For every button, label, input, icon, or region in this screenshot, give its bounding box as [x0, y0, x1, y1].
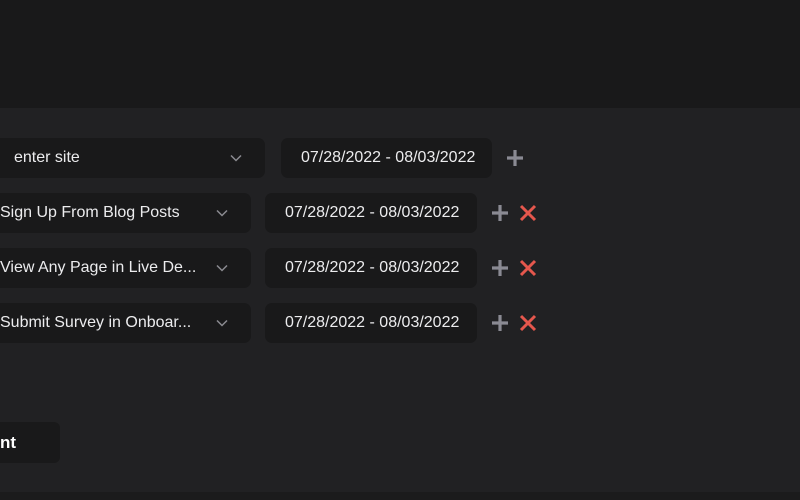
event-select-value: Submit Survey in Onboar...	[0, 314, 192, 331]
event-select-value: enter site	[14, 149, 80, 166]
date-range-value: 07/28/2022 - 08/03/2022	[301, 149, 476, 166]
chevron-down-icon	[230, 154, 242, 162]
event-select[interactable]: Submit Survey in Onboar...	[0, 303, 251, 343]
close-icon[interactable]	[519, 204, 537, 222]
plus-icon[interactable]	[491, 259, 509, 277]
chevron-down-icon	[216, 264, 228, 272]
close-icon[interactable]	[519, 259, 537, 277]
add-segment-button[interactable]: nt	[0, 422, 60, 463]
date-range-input[interactable]: 07/28/2022 - 08/03/2022	[265, 193, 477, 233]
date-range-value: 07/28/2022 - 08/03/2022	[285, 259, 460, 276]
event-select-value: Sign Up From Blog Posts	[0, 204, 180, 221]
top-bar	[0, 0, 800, 108]
date-range-input[interactable]: 07/28/2022 - 08/03/2022	[265, 303, 477, 343]
date-range-input[interactable]: 07/28/2022 - 08/03/2022	[265, 248, 477, 288]
close-icon[interactable]	[519, 314, 537, 332]
date-range-input[interactable]: 07/28/2022 - 08/03/2022	[281, 138, 492, 178]
date-range-value: 07/28/2022 - 08/03/2022	[285, 204, 460, 221]
plus-icon[interactable]	[506, 149, 524, 167]
bottom-bar	[0, 492, 800, 500]
event-select[interactable]: enter site	[0, 138, 265, 178]
chevron-down-icon	[216, 319, 228, 327]
plus-icon[interactable]	[491, 314, 509, 332]
event-select[interactable]: View Any Page in Live De...	[0, 248, 251, 288]
date-range-value: 07/28/2022 - 08/03/2022	[285, 314, 460, 331]
chevron-down-icon	[216, 209, 228, 217]
add-segment-button-label: nt	[0, 432, 17, 452]
plus-icon[interactable]	[491, 204, 509, 222]
event-select-value: View Any Page in Live De...	[0, 259, 197, 276]
event-select[interactable]: Sign Up From Blog Posts	[0, 193, 251, 233]
